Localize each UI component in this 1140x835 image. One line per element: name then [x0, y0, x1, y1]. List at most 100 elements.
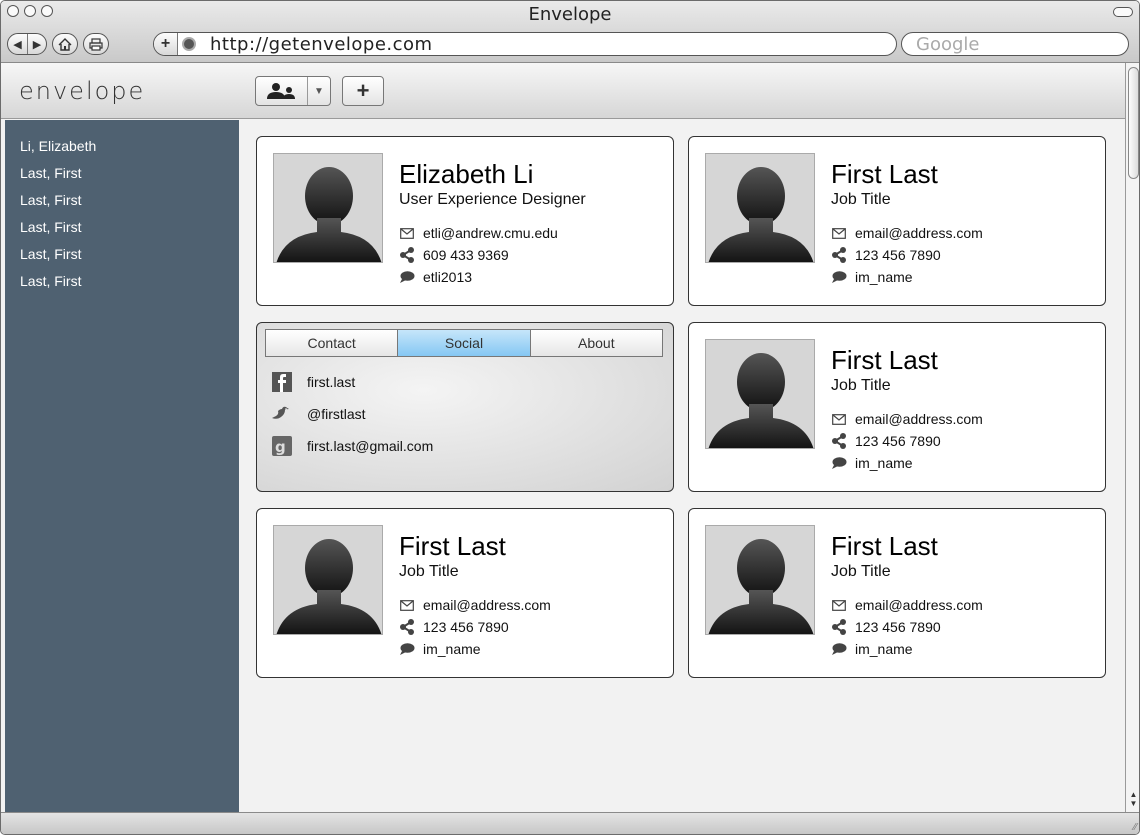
sidebar-item-contact[interactable]: Last, First — [5, 164, 239, 191]
avatar — [705, 339, 815, 449]
forward-arrow-icon: ▶ — [32, 38, 42, 51]
contact-im-row[interactable]: im_name — [831, 641, 913, 657]
url-text: http://getenvelope.com — [210, 33, 433, 55]
contact-im: im_name — [855, 641, 913, 657]
contact-email-row[interactable]: email@address.com — [831, 225, 983, 241]
back-button[interactable]: ◀ — [8, 34, 27, 54]
tab-contact[interactable]: Contact — [266, 330, 398, 356]
share-icon — [831, 433, 847, 449]
contact-email-row[interactable]: email@address.com — [399, 597, 551, 613]
add-contact-button[interactable]: + — [342, 76, 384, 106]
contact-im-row[interactable]: im_name — [831, 269, 913, 285]
contact-email-row[interactable]: etli@andrew.cmu.edu — [399, 225, 558, 241]
add-bookmark-button[interactable]: + — [154, 33, 178, 55]
resize-grip-icon[interactable]: ⁄⁄ — [1134, 822, 1137, 833]
contact-phone-row[interactable]: 123 456 7890 — [831, 619, 941, 635]
sidebar-item-contact[interactable]: Last, First — [5, 191, 239, 218]
plus-icon: + — [160, 35, 171, 52]
social-row-twitter[interactable]: @firstlast — [271, 403, 366, 425]
share-icon — [831, 619, 847, 635]
share-icon — [831, 247, 847, 263]
mail-icon — [831, 411, 847, 427]
facebook-icon — [271, 371, 293, 393]
toolbar-toggle-button[interactable] — [1113, 7, 1133, 17]
contact-im: im_name — [855, 269, 913, 285]
home-icon — [58, 37, 72, 51]
social-row-facebook[interactable]: first.last — [271, 371, 355, 393]
contact-email-row[interactable]: email@address.com — [831, 597, 983, 613]
contact-phone: 123 456 7890 — [855, 433, 941, 449]
contacts-menu-button[interactable]: ▼ — [255, 76, 331, 106]
contact-name: First Last — [831, 531, 938, 561]
contact-im: im_name — [855, 455, 913, 471]
sidebar-item-contact[interactable]: Li, Elizabeth — [5, 137, 239, 164]
contact-email: email@address.com — [423, 597, 551, 613]
contact-email: email@address.com — [855, 597, 983, 613]
contact-phone-row[interactable]: 123 456 7890 — [831, 433, 941, 449]
home-button[interactable] — [52, 33, 78, 55]
contact-card[interactable]: First Last Job Title email@address.com 1… — [688, 508, 1106, 678]
contact-im: etli2013 — [423, 269, 473, 285]
contact-phone-row[interactable]: 609 433 9369 — [399, 247, 509, 263]
contact-name: First Last — [831, 345, 938, 375]
contact-email: etli@andrew.cmu.edu — [423, 225, 558, 241]
contact-phone: 123 456 7890 — [423, 619, 509, 635]
contact-phone: 123 456 7890 — [855, 619, 941, 635]
contact-email: email@address.com — [855, 225, 983, 241]
contact-phone-row[interactable]: 123 456 7890 — [831, 247, 941, 263]
avatar — [273, 525, 383, 635]
forward-button[interactable]: ▶ — [27, 34, 46, 54]
contact-name: First Last — [831, 159, 938, 189]
avatar — [273, 153, 383, 263]
contact-email: email@address.com — [855, 411, 983, 427]
tab-about[interactable]: About — [529, 330, 662, 356]
window-title: Envelope — [528, 4, 612, 25]
site-globe-icon — [182, 37, 196, 51]
contact-name: Elizabeth Li — [399, 159, 534, 189]
contact-job-title: Job Title — [831, 563, 891, 580]
chat-bubble-icon — [831, 641, 847, 657]
contact-im: im_name — [423, 641, 481, 657]
chat-bubble-icon — [399, 269, 415, 285]
sidebar-item-contact[interactable]: Last, First — [5, 218, 239, 245]
twitter-bird-icon — [271, 403, 293, 425]
contact-card[interactable]: Elizabeth Li User Experience Designer et… — [256, 136, 674, 306]
avatar — [705, 153, 815, 263]
sidebar-item-contact[interactable]: Last, First — [5, 245, 239, 272]
social-row-google[interactable]: g first.last@gmail.com — [271, 435, 433, 457]
google-email: first.last@gmail.com — [307, 438, 434, 454]
contact-card[interactable]: First Last Job Title email@address.com 1… — [688, 136, 1106, 306]
sidebar-item-contact[interactable]: Last, First — [5, 272, 239, 299]
share-icon — [399, 247, 415, 263]
twitter-handle: @firstlast — [307, 406, 366, 422]
contact-phone-row[interactable]: 123 456 7890 — [399, 619, 509, 635]
browser-window: Envelope ◀ ▶ + http://getenvelope.com Go… — [0, 0, 1140, 835]
contact-card[interactable]: First Last Job Title email@address.com 1… — [688, 322, 1106, 492]
contact-job-title: Job Title — [399, 563, 459, 580]
vertical-scrollbar[interactable]: ▲ ▼ — [1125, 63, 1139, 812]
chevron-down-icon[interactable]: ▼ — [308, 77, 330, 105]
plus-icon: + — [356, 78, 370, 103]
contact-email-row[interactable]: email@address.com — [831, 411, 983, 427]
back-arrow-icon: ◀ — [13, 38, 22, 51]
contact-list-sidebar: Li, Elizabeth Last, First Last, First La… — [5, 120, 239, 812]
contact-im-row[interactable]: im_name — [399, 641, 481, 657]
printer-icon — [89, 37, 103, 51]
contact-im-row[interactable]: etli2013 — [399, 269, 472, 285]
contact-card[interactable]: First Last Job Title email@address.com 1… — [256, 508, 674, 678]
tab-social[interactable]: Social — [397, 330, 530, 356]
app-header: envelope ▼ + — [1, 63, 1125, 119]
share-icon — [399, 619, 415, 635]
status-bar: ⁄⁄ — [1, 812, 1139, 834]
scroll-arrows[interactable]: ▲ ▼ — [1128, 790, 1139, 808]
title-bar: Envelope ◀ ▶ + http://getenvelope.com Go… — [1, 1, 1139, 63]
search-input[interactable]: Google — [901, 32, 1129, 56]
contact-im-row[interactable]: im_name — [831, 455, 913, 471]
scrollbar-thumb[interactable] — [1128, 67, 1139, 179]
contact-card-social[interactable]: Contact Social About first.last @firstla… — [256, 322, 674, 492]
google-icon: g — [271, 435, 293, 457]
address-bar[interactable]: + http://getenvelope.com — [153, 32, 897, 56]
contact-phone: 123 456 7890 — [855, 247, 941, 263]
print-button[interactable] — [83, 33, 109, 55]
facebook-handle: first.last — [307, 374, 356, 390]
